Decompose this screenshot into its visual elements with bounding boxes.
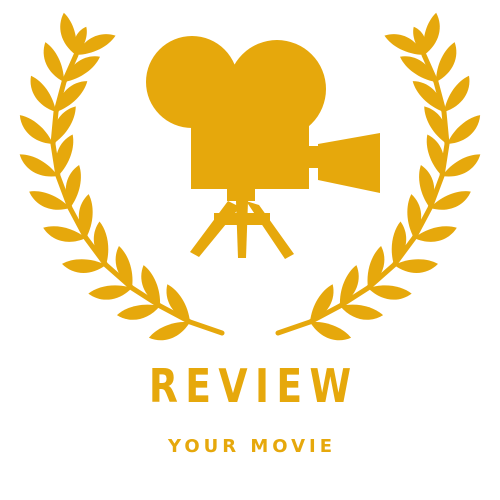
laurel-leaf — [30, 75, 56, 112]
laurel-leaf — [166, 284, 190, 322]
laurel-leaf — [399, 56, 436, 82]
laurel-leaf — [447, 115, 481, 144]
laurel-leaf — [62, 259, 106, 273]
laurel-leaf — [391, 221, 407, 265]
laurel-leaf — [419, 164, 435, 208]
review-your-movie-logo: REVIEW YOUR MOVIE — [0, 0, 500, 500]
logo-subtitle: YOUR MOVIE — [167, 436, 337, 457]
tripod-head — [227, 189, 255, 201]
laurel-leaf — [19, 115, 53, 144]
camera-body — [191, 106, 309, 189]
emblem — [19, 12, 481, 341]
movie-camera-icon — [146, 36, 380, 259]
laurel-leaf — [444, 75, 470, 112]
logo-title: REVIEW — [148, 359, 359, 413]
laurel-leaf — [310, 284, 334, 322]
tripod-leg-center — [236, 201, 248, 258]
tripod-crossbar — [214, 213, 270, 225]
laurel-leaf — [65, 164, 81, 208]
tripod-leg-left — [190, 201, 240, 257]
laurel-leaf — [64, 56, 101, 82]
tripod-leg-right — [246, 201, 294, 259]
camera-lens — [318, 133, 380, 193]
laurel-leaf — [394, 259, 438, 273]
laurel-leaf — [93, 221, 109, 265]
